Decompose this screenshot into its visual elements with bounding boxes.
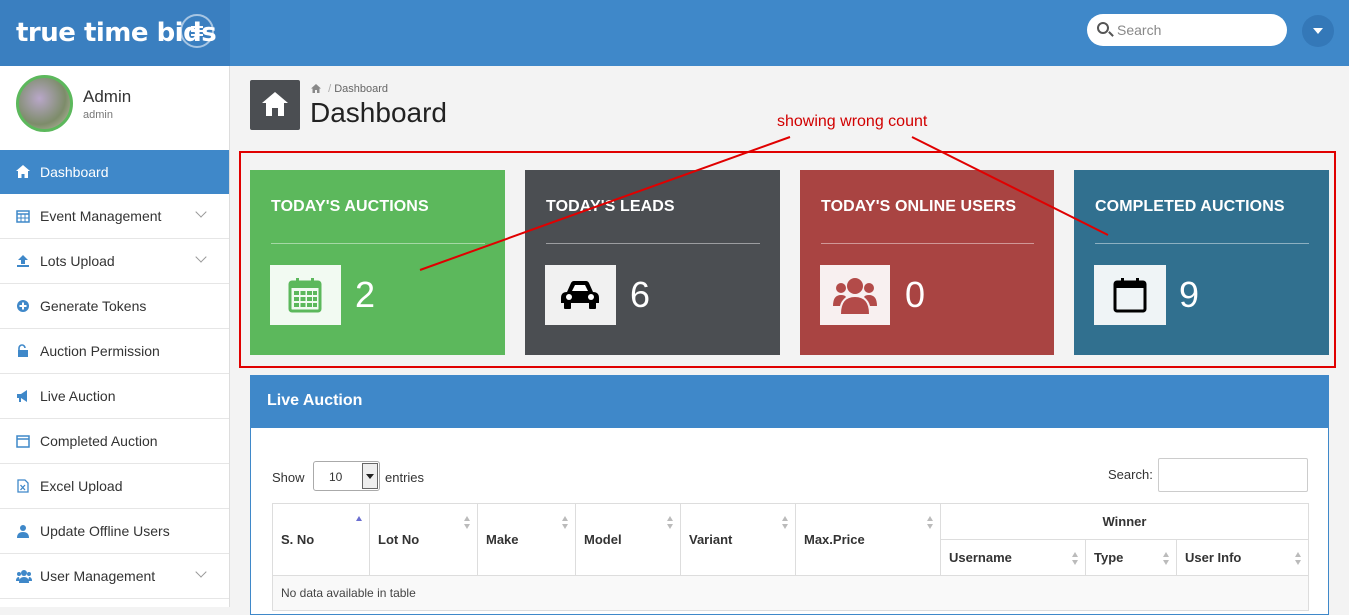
column-header-label: Lot No [378,532,420,547]
sort-icon [464,516,471,530]
column-header-model[interactable]: Model [575,503,681,576]
annotation-arrow [911,136,1109,236]
column-header-label: Max.Price [804,532,865,547]
page-length-select[interactable]: 10 [313,461,380,491]
column-header-username[interactable]: Username [940,539,1086,576]
chevron-down-icon[interactable] [362,463,378,489]
column-header-label: Variant [689,532,733,547]
page-length-value: 10 [329,470,343,484]
column-header-variant[interactable]: Variant [680,503,796,576]
sort-icon [1072,552,1079,566]
column-header-make[interactable]: Make [477,503,576,576]
column-group-winner: Winner [940,503,1309,540]
sort-icon [782,516,789,530]
annotation-arrow [419,136,791,271]
column-header-max-price[interactable]: Max.Price [795,503,941,576]
live-auction-table: S. No Lot No Make Model Variant Max.Pric… [272,503,1309,611]
show-label: Show [272,470,305,485]
column-header-lot-no[interactable]: Lot No [369,503,478,576]
column-header-label: S. No [281,532,315,547]
table-search-label: Search: [1108,467,1153,482]
column-header-user-info[interactable]: User Info [1176,539,1309,576]
sort-icon [927,516,934,530]
table-empty-message: No data available in table [272,575,1309,611]
column-header-s-no[interactable]: S. No [272,503,370,576]
table-search-input[interactable] [1158,458,1308,492]
panel-title: Live Auction [251,376,1328,428]
sort-icon [562,516,569,530]
sort-icon [1295,552,1302,566]
sort-asc-icon [356,516,363,530]
column-header-label: User Info [1185,550,1242,565]
live-auction-panel: Live Auction Show 10 entries Search: S. … [250,375,1329,615]
column-header-label: Type [1094,550,1124,565]
column-header-label: Username [949,550,1012,565]
column-header-label: Make [486,532,519,547]
column-header-type[interactable]: Type [1085,539,1177,576]
entries-label: entries [385,470,425,485]
column-header-label: Model [584,532,622,547]
sort-icon [1163,552,1170,566]
sort-icon [667,516,674,530]
